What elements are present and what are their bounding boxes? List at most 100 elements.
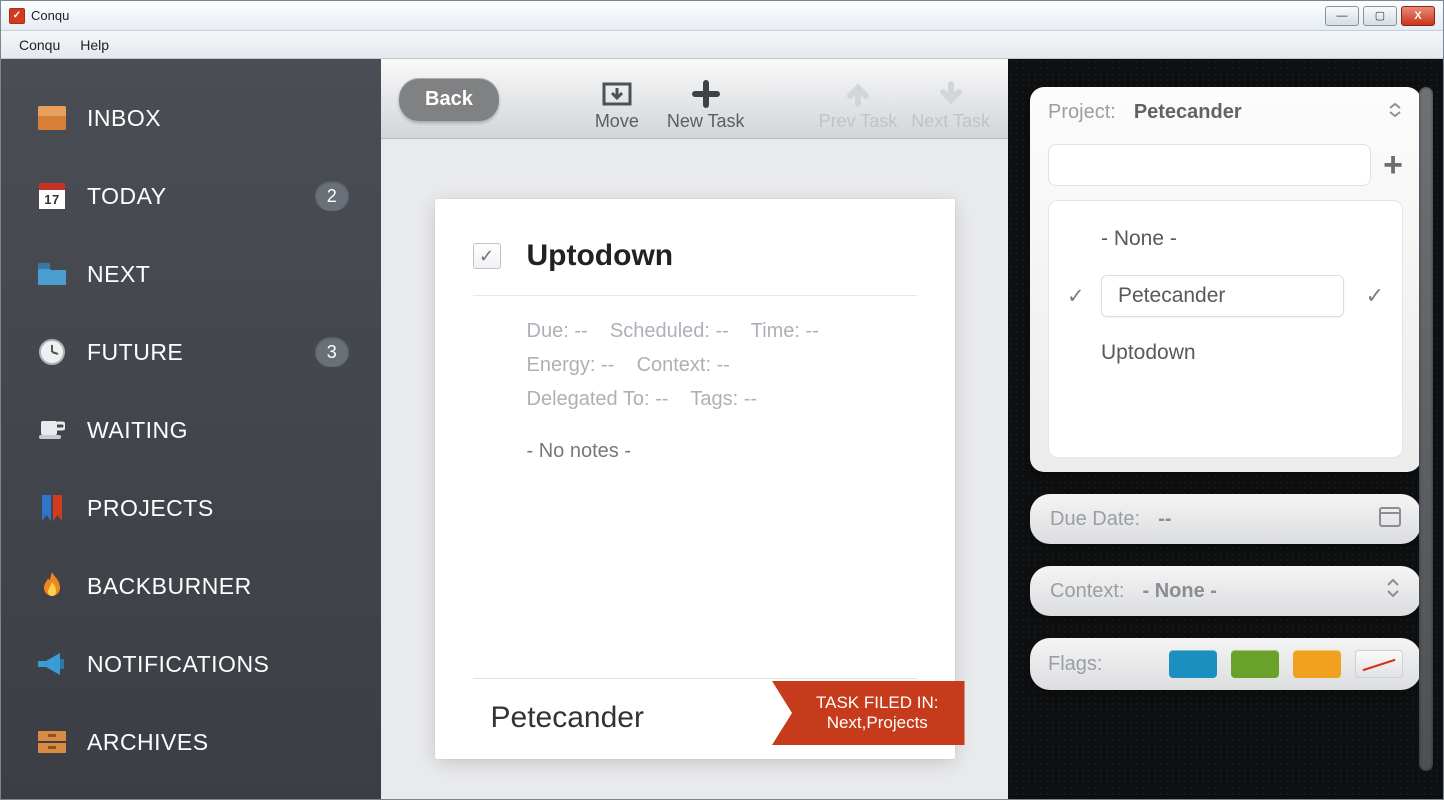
flag-none[interactable] bbox=[1355, 650, 1403, 678]
check-icon: ✓ bbox=[1067, 284, 1087, 309]
main: Back Move New Task Prev Task bbox=[381, 59, 1008, 799]
sidebar-item-inbox[interactable]: INBOX bbox=[1, 79, 381, 157]
flags-pill: Flags: bbox=[1030, 638, 1421, 690]
sidebar-item-waiting[interactable]: WAITING bbox=[1, 391, 381, 469]
project-option-petecander[interactable]: ✓ Petecander ✓ bbox=[1067, 263, 1384, 329]
context-value: - None - bbox=[1142, 580, 1216, 603]
add-project-button[interactable]: + bbox=[1383, 148, 1403, 182]
task-checkbox[interactable]: ✓ bbox=[473, 243, 501, 269]
svg-text:17: 17 bbox=[44, 192, 59, 207]
toolbar-label: Move bbox=[595, 111, 639, 132]
context-pill[interactable]: Context: - None - bbox=[1030, 566, 1421, 616]
sidebar-item-label: WAITING bbox=[87, 417, 188, 444]
flag-orange[interactable] bbox=[1293, 650, 1341, 678]
menubar: Conqu Help bbox=[1, 31, 1443, 59]
arrow-down-icon bbox=[937, 77, 965, 111]
due-date-label: Due Date: bbox=[1050, 508, 1140, 531]
sidebar-item-label: FUTURE bbox=[87, 339, 183, 366]
right-scrollbar[interactable] bbox=[1419, 87, 1433, 771]
task-title: Uptodown bbox=[527, 239, 674, 273]
project-option-label: - None - bbox=[1101, 227, 1177, 251]
calendar-17-icon: 17 bbox=[37, 181, 67, 211]
due-date-value: -- bbox=[1158, 508, 1171, 531]
project-option-uptodown[interactable]: Uptodown bbox=[1067, 329, 1384, 377]
bookmark-icon bbox=[37, 493, 67, 523]
next-task-button[interactable]: Next Task bbox=[911, 77, 990, 132]
toolbar-label: Next Task bbox=[911, 111, 990, 132]
project-option-none[interactable]: - None - bbox=[1067, 215, 1384, 263]
sidebar-item-label: PROJECTS bbox=[87, 495, 214, 522]
folder-icon bbox=[37, 259, 67, 289]
move-button[interactable]: Move bbox=[595, 77, 639, 132]
new-task-button[interactable]: New Task bbox=[667, 77, 745, 132]
project-label: Project: bbox=[1048, 101, 1116, 124]
drawer-icon bbox=[37, 727, 67, 757]
flag-green[interactable] bbox=[1231, 650, 1279, 678]
task-meta-line-2: Energy: -- Context: -- bbox=[527, 348, 917, 382]
filed-in-ribbon: TASK FILED IN: Next,Projects bbox=[772, 681, 965, 745]
arrow-up-icon bbox=[844, 77, 872, 111]
calendar-icon[interactable] bbox=[1379, 505, 1401, 533]
megaphone-icon bbox=[37, 649, 67, 679]
inbox-icon bbox=[37, 103, 67, 133]
project-value: Petecander bbox=[1134, 101, 1242, 124]
sidebar-item-label: NEXT bbox=[87, 261, 150, 288]
sidebar-badge: 2 bbox=[315, 181, 349, 211]
task-notes: - No notes - bbox=[527, 440, 917, 463]
app-icon bbox=[9, 8, 25, 24]
plus-icon bbox=[692, 77, 720, 111]
task-card-area: ✓ Uptodown Due: -- Scheduled: -- Time: -… bbox=[381, 139, 1008, 799]
sidebar-item-next[interactable]: NEXT bbox=[1, 235, 381, 313]
project-option-label: Petecander bbox=[1101, 275, 1344, 317]
window: Conqu — ▢ X Conqu Help INBOX 17 TODAY 2 … bbox=[0, 0, 1444, 800]
sidebar-item-backburner[interactable]: BACKBURNER bbox=[1, 547, 381, 625]
sidebar-item-label: ARCHIVES bbox=[87, 729, 209, 756]
task-meta-line-1: Due: -- Scheduled: -- Time: -- bbox=[527, 314, 917, 348]
confirm-check-icon[interactable]: ✓ bbox=[1366, 283, 1384, 309]
divider bbox=[473, 295, 917, 296]
sidebar-item-label: NOTIFICATIONS bbox=[87, 651, 269, 678]
prev-task-button[interactable]: Prev Task bbox=[819, 77, 898, 132]
toolbar-label: New Task bbox=[667, 111, 745, 132]
toolbar: Back Move New Task Prev Task bbox=[381, 59, 1008, 139]
due-date-pill[interactable]: Due Date: -- bbox=[1030, 494, 1421, 544]
ribbon-title: TASK FILED IN: bbox=[816, 693, 939, 713]
close-button[interactable]: X bbox=[1401, 6, 1435, 26]
window-title: Conqu bbox=[31, 8, 69, 23]
sidebar-item-future[interactable]: FUTURE 3 bbox=[1, 313, 381, 391]
task-project-name: Petecander bbox=[491, 701, 644, 735]
sidebar-item-label: TODAY bbox=[87, 183, 167, 210]
context-label: Context: bbox=[1050, 580, 1124, 603]
flags-label: Flags: bbox=[1048, 653, 1102, 676]
toolbar-label: Prev Task bbox=[819, 111, 898, 132]
project-panel: Project: Petecander + - None - bbox=[1030, 87, 1421, 472]
titlebar: Conqu — ▢ X bbox=[1, 1, 1443, 31]
collapse-icon[interactable] bbox=[1387, 101, 1403, 124]
project-search-input[interactable] bbox=[1048, 144, 1371, 186]
app-body: INBOX 17 TODAY 2 NEXT FUTURE 3 WAITING bbox=[1, 59, 1443, 799]
sidebar-badge: 3 bbox=[315, 337, 349, 367]
maximize-button[interactable]: ▢ bbox=[1363, 6, 1397, 26]
sidebar-item-notifications[interactable]: NOTIFICATIONS bbox=[1, 625, 381, 703]
move-icon bbox=[602, 77, 632, 111]
menu-help[interactable]: Help bbox=[70, 34, 119, 56]
sidebar-item-projects[interactable]: PROJECTS bbox=[1, 469, 381, 547]
sidebar-item-archives[interactable]: ARCHIVES bbox=[1, 703, 381, 781]
flame-icon bbox=[37, 571, 67, 601]
project-option-label: Uptodown bbox=[1101, 341, 1196, 365]
project-list: - None - ✓ Petecander ✓ Uptodown bbox=[1048, 200, 1403, 458]
task-meta-line-3: Delegated To: -- Tags: -- bbox=[527, 382, 917, 416]
minimize-button[interactable]: — bbox=[1325, 6, 1359, 26]
expand-icon[interactable] bbox=[1385, 578, 1401, 604]
sidebar-item-label: BACKBURNER bbox=[87, 573, 252, 600]
sidebar-item-today[interactable]: 17 TODAY 2 bbox=[1, 157, 381, 235]
menu-conqu[interactable]: Conqu bbox=[9, 34, 70, 56]
ribbon-value: Next,Projects bbox=[816, 713, 939, 733]
window-controls: — ▢ X bbox=[1325, 6, 1435, 26]
sidebar: INBOX 17 TODAY 2 NEXT FUTURE 3 WAITING bbox=[1, 59, 381, 799]
clock-icon bbox=[37, 337, 67, 367]
back-button[interactable]: Back bbox=[399, 78, 499, 121]
right-panel: Project: Petecander + - None - bbox=[1008, 59, 1443, 799]
task-card: ✓ Uptodown Due: -- Scheduled: -- Time: -… bbox=[435, 199, 955, 759]
flag-blue[interactable] bbox=[1169, 650, 1217, 678]
